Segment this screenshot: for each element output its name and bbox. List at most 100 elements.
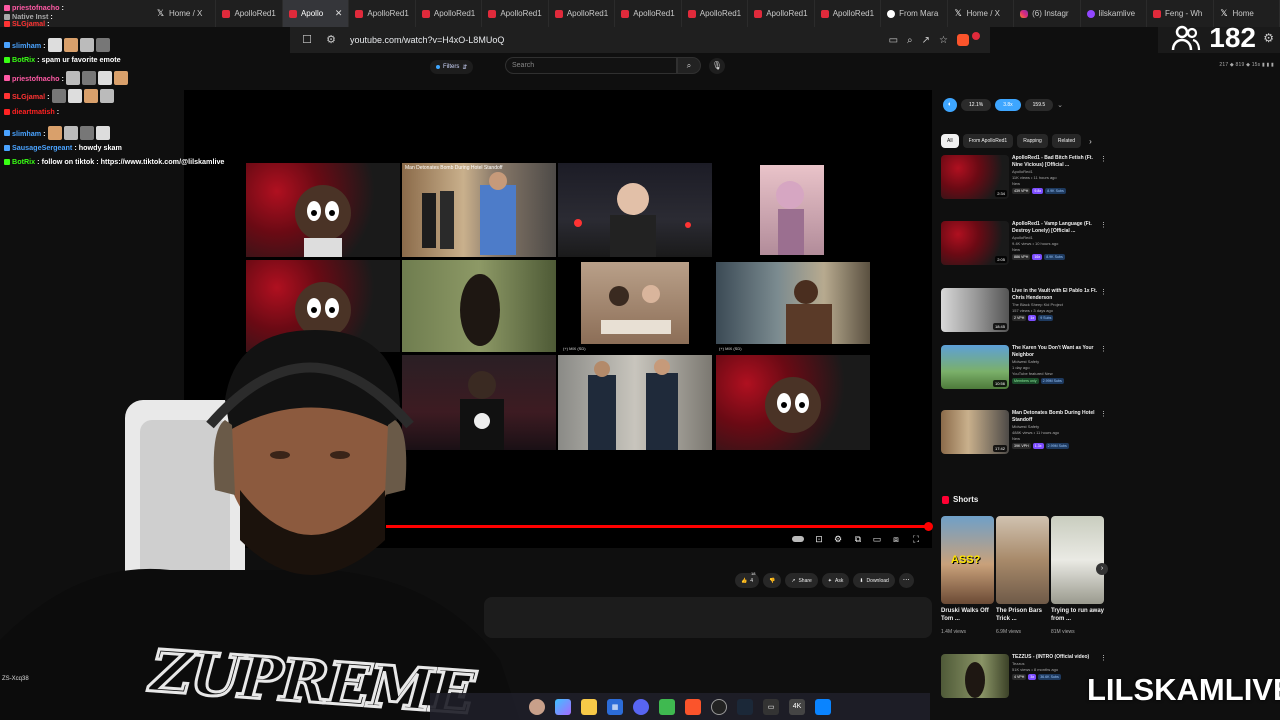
capture-icon[interactable]: ▭ [763, 698, 779, 715]
chat-username[interactable]: SausageSergeant [12, 143, 72, 152]
ai-icon [887, 9, 896, 18]
short-card[interactable] [1051, 516, 1104, 604]
recommendation-item[interactable]: 2:05 ApolloRed1 - Vamp Language (Ft. Dest… [941, 221, 1111, 273]
recommendation-item[interactable]: 10:56 The Karen You Don't Want as Your Ne… [941, 345, 1111, 397]
more-vert-icon[interactable]: ⋮ [1100, 410, 1107, 418]
scrubber-handle[interactable] [924, 522, 933, 531]
rec-tag: New [1012, 181, 1021, 186]
shorts-next-button[interactable]: › [1096, 563, 1108, 575]
stat-pill-3[interactable]: 159.5 [1024, 99, 1054, 111]
brave-shield-icon[interactable] [957, 34, 969, 46]
more-vert-icon[interactable]: ⋮ [1100, 221, 1107, 229]
browser-tab[interactable]: ApolloRed1 [349, 0, 416, 27]
more-vert-icon[interactable]: ⋮ [1100, 345, 1107, 353]
rec-badges: 2 VPH 1x 9 Subs [1012, 315, 1100, 321]
gear-icon[interactable]: ⚙ [1263, 31, 1274, 45]
obs-icon[interactable] [711, 698, 727, 715]
browser-tab[interactable]: From Mara [881, 0, 948, 27]
chevron-down-icon[interactable]: ⌄ [1057, 101, 1063, 109]
more-vert-icon[interactable]: ⋮ [1100, 288, 1107, 296]
bookmark-icon[interactable]: ☐ [300, 33, 314, 47]
recommendation-item[interactable]: 17:42 Man Detonates Bomb During Hotel Sta… [941, 410, 1111, 462]
url-text[interactable]: youtube.com/watch?v=H4xO-L8MUoQ [350, 35, 504, 45]
settings-icon[interactable]: ⚙ [832, 533, 844, 545]
viewer-count: 182 ⚙ [1171, 22, 1274, 54]
theater-mode-icon[interactable]: ▭ [871, 533, 883, 545]
fullscreen-icon[interactable]: ⛶ [910, 533, 922, 545]
search-button[interactable]: ⌕ [677, 57, 701, 74]
more-vert-icon[interactable]: ⋮ [1100, 654, 1107, 662]
zoom-icon[interactable]: ⌕ [907, 35, 913, 46]
close-tab-icon[interactable]: ✕ [335, 8, 343, 19]
recommendation-item[interactable]: 18:45 Live in the Vault with El Pablo 1x … [941, 288, 1111, 340]
like-button[interactable]: 👍 4 18 [735, 571, 760, 588]
avatar-icon[interactable] [529, 698, 545, 715]
chat-username[interactable]: BotRix [12, 55, 35, 64]
browser-tab[interactable]: ApolloRed1 [416, 0, 483, 27]
miniplayer-icon[interactable]: ⧉ [852, 533, 864, 545]
short-card[interactable]: ASS? [941, 516, 994, 604]
4k-app-icon[interactable]: 4K [789, 698, 805, 715]
stat-pill-2[interactable]: 3.8x [995, 99, 1021, 111]
browser-tab[interactable]: (6) Instagr [1014, 0, 1081, 27]
copilot-icon[interactable] [555, 698, 571, 715]
stat-pill-1[interactable]: 12.1% [961, 99, 992, 111]
chat-username[interactable]: priestofnacho [12, 74, 60, 83]
recommendation-item[interactable]: 2:34 ApolloRed1 - Bad Bitch Fetish (Ft. N… [941, 155, 1111, 207]
chat-username[interactable]: BotRix [12, 157, 35, 166]
browser-tab[interactable]: ApolloRed1 [216, 0, 283, 27]
recommendation-item[interactable]: TEZZUS - (INTRO (Official video) Tezzus … [941, 654, 1111, 706]
filter-chip[interactable]: Rapping [1017, 134, 1048, 148]
chat-username[interactable]: priestofnacho [12, 3, 60, 12]
chat-username[interactable]: dieartmatish [12, 107, 55, 116]
desktop-icon[interactable] [815, 698, 831, 715]
dislike-button[interactable]: 👎 [763, 573, 782, 588]
chat-username[interactable]: SLGjamal [12, 92, 45, 101]
brave-browser-icon[interactable] [685, 698, 701, 715]
app-icon[interactable] [659, 698, 675, 715]
browser-tab[interactable]: ApolloRed1 [482, 0, 549, 27]
autoplay-toggle[interactable] [792, 536, 804, 542]
filter-chip[interactable]: From ApolloRed1 [962, 134, 1014, 148]
browser-tab[interactable]: ApolloRed1 [615, 0, 682, 27]
site-settings-icon[interactable]: ⚙ [324, 33, 338, 47]
cast-icon[interactable]: ⧈ [890, 533, 902, 545]
download-button[interactable]: ⬇ Download [853, 573, 895, 588]
more-actions-button[interactable]: ⋯ [898, 573, 914, 588]
filter-chip[interactable]: All [941, 134, 959, 148]
short-title[interactable]: The Prison Bars Trick ... [996, 607, 1049, 623]
browser-tab[interactable]: Apollo ✕ [282, 0, 350, 27]
chat-username[interactable]: slimham [12, 129, 41, 138]
filter-chip[interactable]: Related [1051, 134, 1082, 148]
folder-icon[interactable] [581, 698, 597, 715]
browser-tab[interactable]: ApolloRed1 [682, 0, 749, 27]
install-app-icon[interactable]: ▭ [889, 35, 898, 46]
share-button[interactable]: ↗ Share [785, 573, 818, 588]
bookmark-star-icon[interactable]: ☆ [939, 35, 948, 46]
address-bar[interactable]: ☐ ⚙ youtube.com/watch?v=H4xO-L8MUoQ ▭ ⌕ … [290, 27, 990, 53]
voice-search-button[interactable]: 🎙 [709, 58, 725, 74]
steam-icon[interactable] [737, 698, 753, 715]
extension-icon[interactable]: ◐ [943, 98, 957, 112]
subtitles-icon[interactable]: ⊡ [813, 533, 825, 545]
description-box[interactable] [484, 597, 932, 638]
browser-tab[interactable]: ApolloRed1 [549, 0, 616, 27]
browser-tab[interactable]: 𝕏 Home / X [150, 0, 217, 27]
chevron-right-icon[interactable]: › [1089, 137, 1092, 146]
short-title[interactable]: Druski Walks Off Tom ... [941, 607, 994, 623]
browser-tab[interactable]: 𝕏 Home / X [948, 0, 1015, 27]
share-icon[interactable]: ↗ [922, 35, 930, 46]
browser-tab[interactable]: ApolloRed1 [748, 0, 815, 27]
short-card[interactable] [996, 516, 1049, 604]
ask-button[interactable]: ✦ Ask [821, 573, 850, 588]
chat-username[interactable]: SLGjamal [12, 19, 45, 28]
more-vert-icon[interactable]: ⋮ [1100, 155, 1107, 163]
browser-tab[interactable]: lilskamlive [1081, 0, 1148, 27]
browser-tab[interactable]: ApolloRed1 [815, 0, 882, 27]
chat-username[interactable]: slimham [12, 41, 41, 50]
short-title[interactable]: Trying to run away from ... [1051, 607, 1104, 623]
store-icon[interactable]: ▦ [607, 698, 623, 715]
search-input[interactable]: Search [505, 57, 677, 74]
filters-button[interactable]: Filters ⇵ [430, 60, 474, 74]
discord-icon[interactable] [633, 698, 649, 715]
